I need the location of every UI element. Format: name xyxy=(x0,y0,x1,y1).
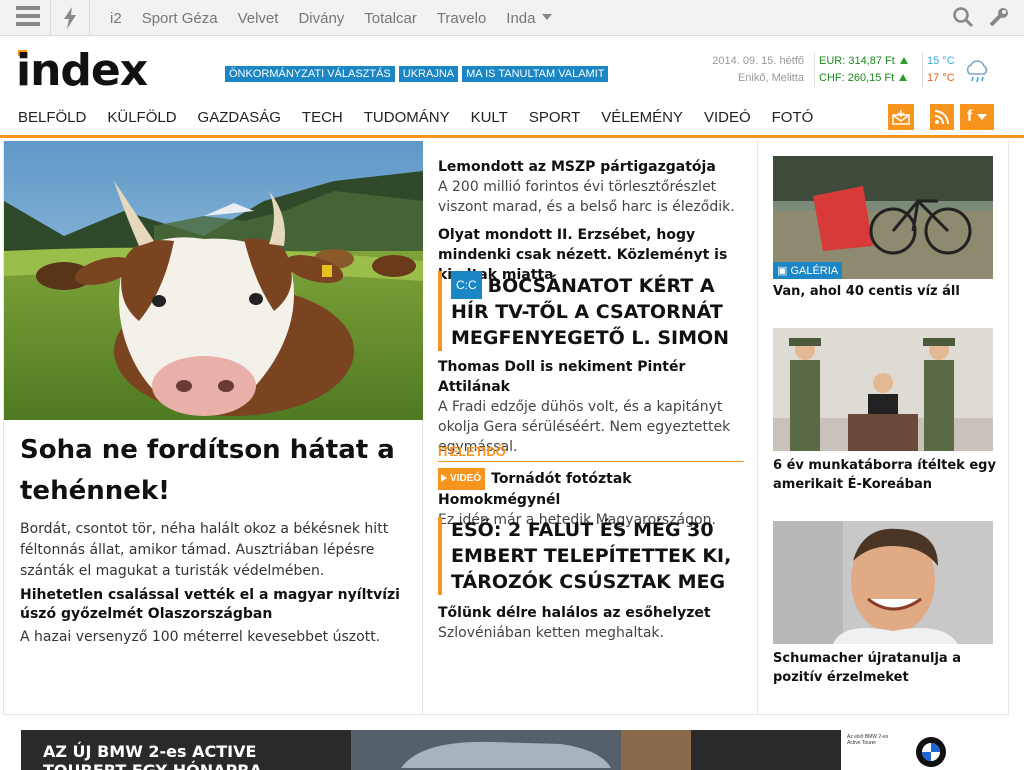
date-text: 2014. 09. 15. hétfő xyxy=(712,55,804,67)
bmw-ad-banner[interactable]: AZ ÚJ BMW 2-es ACTIVE TOURERT EGY HÓNAPR… xyxy=(21,730,991,770)
link-totalcar[interactable]: Totalcar xyxy=(364,10,417,27)
side-column: ▣ GALÉRIA Van, ahol 40 centis víz áll 6 … xyxy=(759,141,1010,715)
exchange-rates[interactable]: EUR: 314,87 Ft CHF: 260,15 Ft xyxy=(814,53,908,87)
hamburger-menu-icon[interactable] xyxy=(10,6,46,30)
iteletido-label[interactable]: ÍTÉLETIDŐ xyxy=(438,444,744,462)
lead-summary: Bordát, csontot tör, néha halált okoz a … xyxy=(20,521,389,579)
facebook-icon: f xyxy=(966,108,973,125)
nav-sport[interactable]: SPORT xyxy=(529,109,580,126)
chevron-down-icon xyxy=(541,13,552,20)
rss-icon[interactable] xyxy=(930,104,954,130)
lead-column: Soha ne fordítson hátat a tehénnek! Bord… xyxy=(4,141,423,715)
rain-cloud-icon[interactable] xyxy=(964,60,990,88)
article-szlovenia: Tőlünk délre halálos az esőhelyzet Szlov… xyxy=(438,603,746,643)
link-divany[interactable]: Divány xyxy=(298,10,344,27)
chf-rate-text: CHF: 260,15 Ft xyxy=(819,72,895,84)
play-icon xyxy=(441,474,447,482)
sub-headline[interactable]: Hihetetlen csalással vették el a magyar … xyxy=(20,586,415,624)
topic-tags: ÖNKORMÁNYZATI VÁLASZTÁS UKRAJNA MA IS TA… xyxy=(225,66,609,82)
nav-belfold[interactable]: BELFÖLD xyxy=(18,109,86,126)
big-headline-eso[interactable]: ESŐ: 2 FALUT ÉS MÉG 30 EMBERT TELEPÍTETT… xyxy=(438,517,738,595)
lead-headline[interactable]: Soha ne fordítson hátat a tehénnek! xyxy=(20,430,410,512)
gallery-badge: ▣ GALÉRIA xyxy=(773,262,843,279)
nav-tech[interactable]: TECH xyxy=(302,109,343,126)
top-tools xyxy=(952,6,1010,28)
eur-rate-text: EUR: 314,87 Ft xyxy=(819,55,895,67)
big-headline-l-simon[interactable]: C:C BOCSÁNATOT KÉRT A HÍR TV-TŐL A CSATOR… xyxy=(438,271,738,351)
logo-text: index xyxy=(18,50,148,88)
tag-ukrajna[interactable]: UKRAJNA xyxy=(398,66,459,82)
link-i2[interactable]: i2 xyxy=(110,10,122,27)
side-title-flood[interactable]: Van, ahol 40 centis víz áll xyxy=(773,282,999,301)
index-logo[interactable]: index xyxy=(18,50,204,88)
link-sport-geza[interactable]: Sport Géza xyxy=(142,10,218,27)
search-icon[interactable] xyxy=(952,6,974,28)
main-nav: BELFÖLD KÜLFÖLD GAZDASÁG TECH TUDOMÁNY K… xyxy=(0,102,1024,138)
nav-velemeny[interactable]: VÉLEMÉNY xyxy=(601,109,683,126)
wrench-icon[interactable] xyxy=(988,6,1010,28)
temperature[interactable]: 15 °C 17 °C xyxy=(922,53,955,87)
cc-badge: C:C xyxy=(451,271,482,299)
inda-label: Inda xyxy=(506,9,536,27)
flash-icon[interactable] xyxy=(50,0,90,36)
nav-tudomany[interactable]: TUDOMÁNY xyxy=(364,109,450,126)
lead-image-cow[interactable] xyxy=(4,141,423,420)
link-velvet[interactable]: Velvet xyxy=(238,10,279,27)
side-title-north-korea[interactable]: 6 év munkatáborra ítéltek egy amerikait … xyxy=(773,456,999,494)
date-box: 2014. 09. 15. hétfő Enikő, Melitta xyxy=(704,53,804,87)
tag-onkormanyzati[interactable]: ÖNKORMÁNYZATI VÁLASZTÁS xyxy=(225,66,395,82)
side-title-schumacher[interactable]: Schumacher újratanulja a pozitív érzelme… xyxy=(773,649,999,687)
news-column: Lemondott az MSZP pártigazgatója A 200 m… xyxy=(424,141,758,715)
temp-high: 17 °C xyxy=(927,72,955,84)
big-headline-text: BOCSÁNATOT KÉRT A HÍR TV-TŐL A CSATORNÁT… xyxy=(451,275,730,349)
facebook-dropdown[interactable]: f xyxy=(960,104,994,130)
chevron-down-icon xyxy=(977,114,988,120)
ad-headline: AZ ÚJ BMW 2-es ACTIVE TOURERT EGY HÓNAPR… xyxy=(43,742,262,770)
ad-small-print: Az első BMW 2-es Active Tourer xyxy=(847,734,889,746)
nav-foto[interactable]: FOTÓ xyxy=(772,109,814,126)
link-inda-dropdown[interactable]: Inda xyxy=(506,9,552,27)
article-thomas-doll: Thomas Doll is nekiment Pintér Attilának… xyxy=(438,357,746,457)
nav-kult[interactable]: KULT xyxy=(471,109,508,126)
video-badge-label: VIDEÓ xyxy=(450,473,482,484)
partner-links: i2 Sport Géza Velvet Divány Totalcar Tra… xyxy=(100,0,562,36)
article-summary: Szlovéniában ketten meghaltak. xyxy=(438,625,664,641)
article-title[interactable]: Thomas Doll is nekiment Pintér Attilának xyxy=(438,357,746,397)
arrow-up-icon xyxy=(899,57,908,64)
chf-rate: CHF: 260,15 Ft xyxy=(819,70,908,87)
nav-kulfold[interactable]: KÜLFÖLD xyxy=(107,109,176,126)
north-korea-photo[interactable] xyxy=(773,328,993,451)
link-travelo[interactable]: Travelo xyxy=(437,10,486,27)
flood-photo[interactable]: ▣ GALÉRIA xyxy=(773,156,993,279)
top-bar: i2 Sport Géza Velvet Divány Totalcar Tra… xyxy=(0,0,1024,36)
article-summary: A 200 millió forintos évi törlesztőrészl… xyxy=(438,179,735,215)
arrow-up-icon xyxy=(899,74,908,81)
gallery-label: GALÉRIA xyxy=(790,265,839,277)
video-badge: VIDEÓ xyxy=(438,468,486,490)
tag-ma-is-tanultam[interactable]: MA IS TANULTAM VALAMIT xyxy=(462,66,609,82)
eur-rate: EUR: 314,87 Ft xyxy=(819,53,908,70)
article-mszp: Lemondott az MSZP pártigazgatója A 200 m… xyxy=(438,157,746,217)
nameday-text: Enikő, Melitta xyxy=(737,72,804,84)
schumacher-photo[interactable] xyxy=(773,521,993,644)
nav-video[interactable]: VIDEÓ xyxy=(704,109,751,126)
sub-summary: A hazai versenyző 100 méterrel kevesebbe… xyxy=(20,629,381,645)
article-title[interactable]: Lemondott az MSZP pártigazgatója xyxy=(438,157,746,177)
article-title[interactable]: Tőlünk délre halálos az esőhelyzet xyxy=(438,603,746,623)
temp-low: 15 °C xyxy=(927,55,955,67)
nav-gazdasag[interactable]: GAZDASÁG xyxy=(198,109,281,126)
article-title-video[interactable]: VIDEÓ Tornádót fotóztak Homokmégynél xyxy=(438,468,746,510)
main-content: Soha ne fordítson hátat a tehénnek! Bord… xyxy=(3,141,1009,715)
newsletter-icon[interactable] xyxy=(888,104,914,130)
